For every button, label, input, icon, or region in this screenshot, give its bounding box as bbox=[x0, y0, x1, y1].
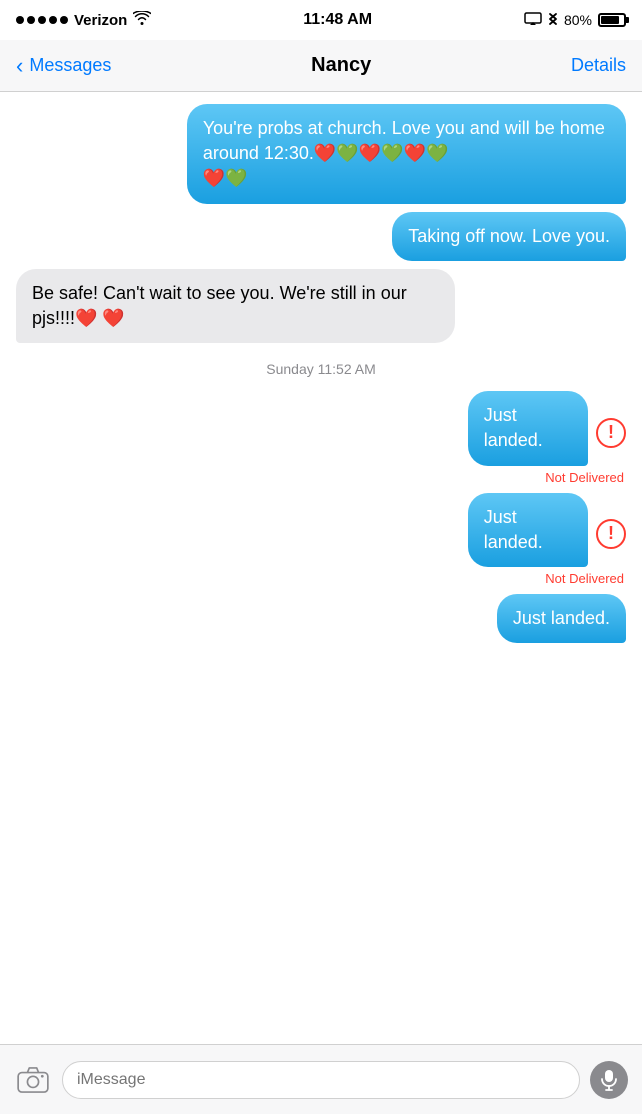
camera-icon bbox=[17, 1067, 49, 1093]
signal-dots bbox=[16, 16, 68, 24]
timestamp: Sunday 11:52 AM bbox=[16, 361, 626, 377]
input-bar bbox=[0, 1044, 642, 1114]
camera-button[interactable] bbox=[14, 1061, 52, 1099]
message-bubble: Taking off now. Love you. bbox=[392, 212, 626, 261]
message-with-error: Just landed. ! bbox=[459, 391, 626, 465]
message-bubble: Just landed. bbox=[497, 594, 626, 643]
battery-fill bbox=[601, 16, 619, 24]
mic-icon bbox=[601, 1069, 617, 1091]
message-bubble: Be safe! Can't wait to see you. We're st… bbox=[16, 269, 455, 343]
message-text: Just landed. bbox=[484, 405, 543, 450]
message-group: Just landed. ! Not Delivered bbox=[16, 493, 626, 586]
battery-icon bbox=[598, 13, 626, 27]
nav-bar: ‹ Messages Nancy Details bbox=[0, 40, 642, 92]
message-text: Just landed. bbox=[513, 608, 610, 628]
message-input[interactable] bbox=[62, 1061, 580, 1099]
back-chevron-icon: ‹ bbox=[16, 53, 23, 79]
message-row: You're probs at church. Love you and wil… bbox=[16, 104, 626, 204]
battery-container bbox=[598, 13, 626, 27]
error-indicator[interactable]: ! bbox=[596, 519, 626, 549]
status-left: Verizon bbox=[16, 11, 151, 30]
signal-dot-5 bbox=[60, 16, 68, 24]
bluetooth-icon bbox=[548, 11, 558, 30]
status-right: 80% bbox=[524, 11, 626, 30]
message-text: Just landed. bbox=[484, 507, 543, 552]
signal-dot-2 bbox=[27, 16, 35, 24]
signal-dot-1 bbox=[16, 16, 24, 24]
details-button[interactable]: Details bbox=[571, 55, 626, 76]
message-bubble: Just landed. bbox=[468, 391, 588, 465]
battery-percent: 80% bbox=[564, 12, 592, 28]
signal-dot-4 bbox=[49, 16, 57, 24]
back-button[interactable]: ‹ Messages bbox=[16, 53, 111, 79]
message-group: Just landed. ! Not Delivered bbox=[16, 391, 626, 484]
message-bubble: You're probs at church. Love you and wil… bbox=[187, 104, 626, 204]
not-delivered-label: Not Delivered bbox=[545, 571, 624, 586]
message-bubble: Just landed. bbox=[468, 493, 588, 567]
message-row: Just landed. bbox=[16, 594, 626, 643]
status-bar: Verizon 11:48 AM bbox=[0, 0, 642, 40]
message-text: You're probs at church. Love you and wil… bbox=[203, 118, 605, 188]
not-delivered-label: Not Delivered bbox=[545, 470, 624, 485]
carrier-name: Verizon bbox=[74, 12, 127, 29]
message-text: Be safe! Can't wait to see you. We're st… bbox=[32, 283, 407, 328]
message-text: Taking off now. Love you. bbox=[408, 226, 610, 246]
message-row: Taking off now. Love you. bbox=[16, 212, 626, 261]
signal-dot-3 bbox=[38, 16, 46, 24]
mic-button[interactable] bbox=[590, 1061, 628, 1099]
nav-title: Nancy bbox=[311, 54, 371, 77]
messages-area: You're probs at church. Love you and wil… bbox=[0, 92, 642, 1044]
wifi-icon bbox=[133, 11, 151, 30]
status-time: 11:48 AM bbox=[303, 11, 372, 29]
airplay-icon bbox=[524, 12, 542, 29]
back-label: Messages bbox=[29, 55, 111, 76]
message-with-error: Just landed. ! bbox=[459, 493, 626, 567]
message-row: Be safe! Can't wait to see you. We're st… bbox=[16, 269, 626, 343]
error-indicator[interactable]: ! bbox=[596, 418, 626, 448]
phone-frame: Verizon 11:48 AM bbox=[0, 0, 642, 1114]
